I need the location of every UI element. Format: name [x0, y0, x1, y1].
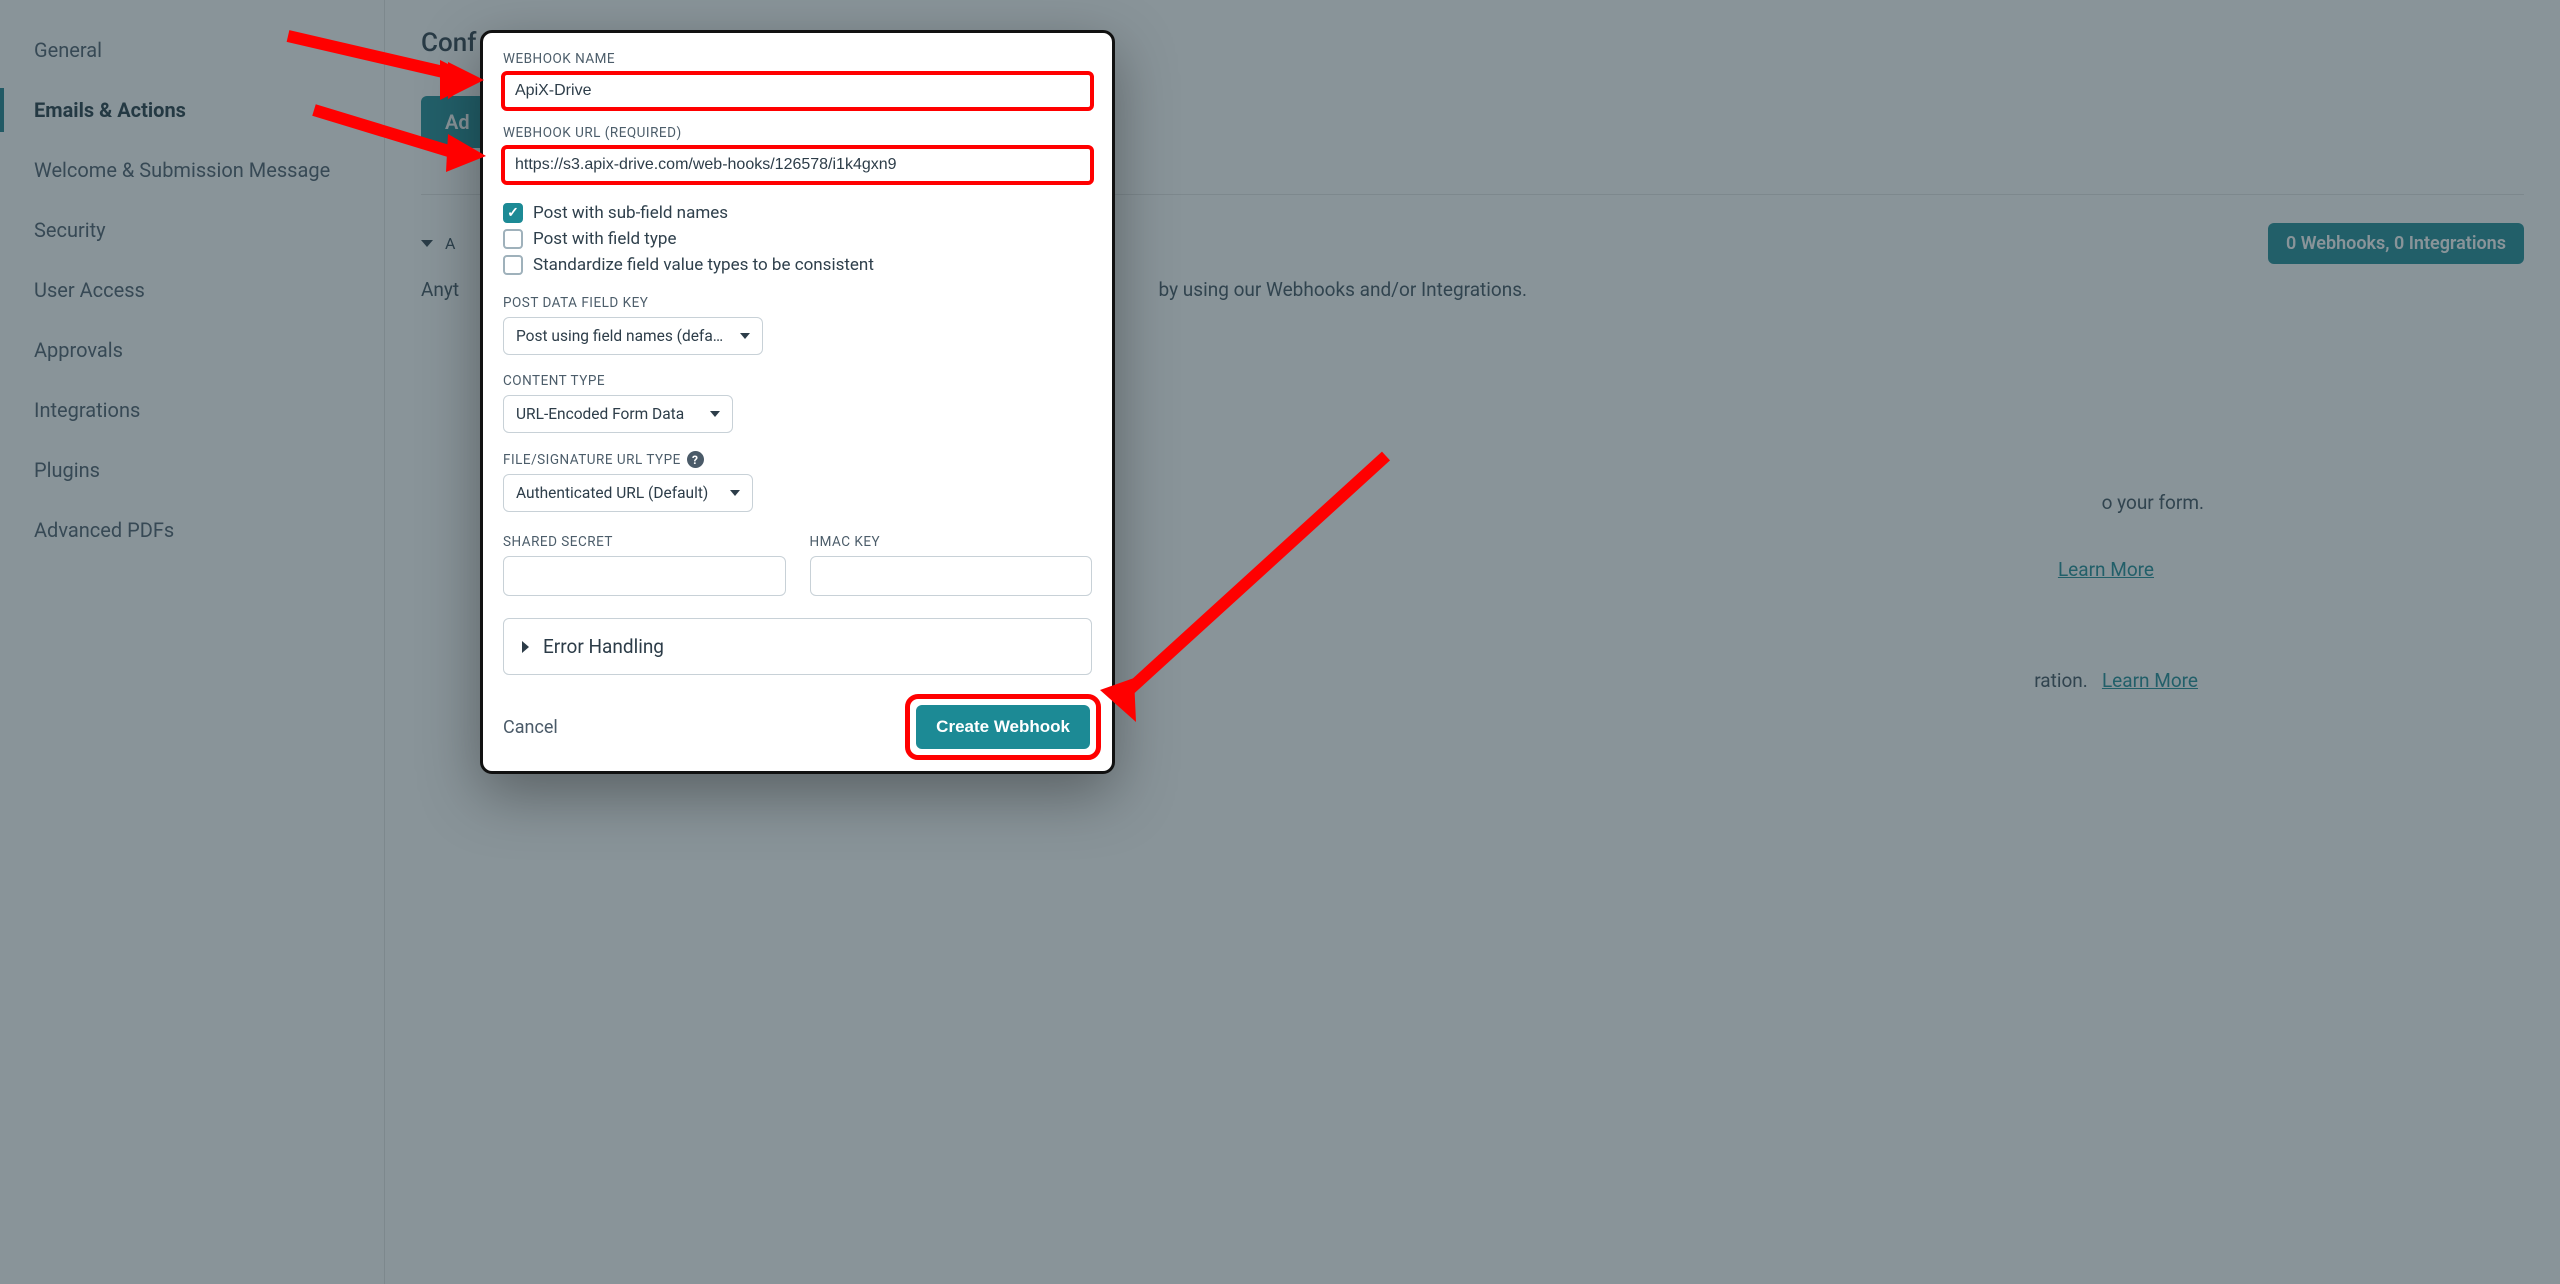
checkbox-row-fieldtype[interactable]: Post with field type	[503, 229, 1092, 249]
webhook-url-input[interactable]	[503, 147, 1092, 183]
content-type-value: URL-Encoded Form Data	[516, 405, 684, 423]
annotation-highlight-create: Create Webhook	[914, 703, 1092, 751]
help-icon[interactable]: ?	[687, 451, 704, 468]
hmac-key-input[interactable]	[810, 556, 1093, 596]
webhook-name-input[interactable]	[503, 73, 1092, 109]
checkbox-subfield-label: Post with sub-field names	[533, 203, 728, 223]
content-type-label: CONTENT TYPE	[503, 373, 1092, 389]
chevron-right-icon	[522, 641, 529, 653]
error-handling-toggle[interactable]: Error Handling	[503, 618, 1092, 675]
checkbox-row-standardize[interactable]: Standardize field value types to be cons…	[503, 255, 1092, 275]
chevron-down-icon	[710, 411, 720, 417]
create-webhook-button[interactable]: Create Webhook	[916, 705, 1090, 749]
webhook-url-label: WEBHOOK URL (REQUIRED)	[503, 125, 1092, 141]
annotation-highlight-name	[503, 73, 1092, 109]
checkbox-row-subfield[interactable]: Post with sub-field names	[503, 203, 1092, 223]
content-type-select[interactable]: URL-Encoded Form Data	[503, 395, 733, 433]
file-sig-url-type-label: FILE/SIGNATURE URL TYPE ?	[503, 451, 1092, 468]
chevron-down-icon	[730, 490, 740, 496]
checkbox-standardize[interactable]	[503, 255, 523, 275]
cancel-button[interactable]: Cancel	[503, 717, 558, 738]
hmac-key-label: HMAC KEY	[810, 534, 1093, 550]
post-data-key-select[interactable]: Post using field names (default)	[503, 317, 763, 355]
shared-secret-label: SHARED SECRET	[503, 534, 786, 550]
modal-backdrop[interactable]	[0, 0, 2560, 1284]
checkbox-fieldtype-label: Post with field type	[533, 229, 676, 249]
chevron-down-icon	[740, 333, 750, 339]
webhook-name-label: WEBHOOK NAME	[503, 51, 1092, 67]
post-data-key-value: Post using field names (default)	[516, 327, 728, 345]
annotation-highlight-url	[503, 147, 1092, 183]
file-sig-url-type-select[interactable]: Authenticated URL (Default)	[503, 474, 753, 512]
checkbox-fieldtype[interactable]	[503, 229, 523, 249]
error-handling-label: Error Handling	[543, 635, 664, 658]
post-data-key-label: POST DATA FIELD KEY	[503, 295, 1092, 311]
create-webhook-modal: WEBHOOK NAME WEBHOOK URL (REQUIRED) Post…	[480, 30, 1115, 774]
checkbox-subfield[interactable]	[503, 203, 523, 223]
checkbox-standardize-label: Standardize field value types to be cons…	[533, 255, 874, 275]
file-sig-url-type-value: Authenticated URL (Default)	[516, 484, 708, 502]
shared-secret-input[interactable]	[503, 556, 786, 596]
